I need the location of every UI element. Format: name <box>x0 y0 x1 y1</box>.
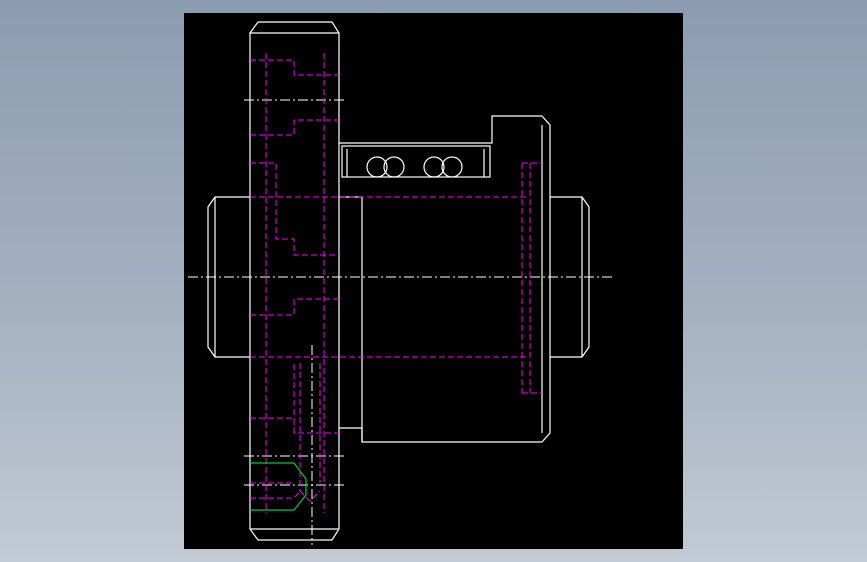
upper-bolt-hole <box>250 59 339 136</box>
main-body <box>339 115 551 443</box>
center-lines <box>188 99 612 545</box>
ball-raceway <box>341 145 491 178</box>
ball-3 <box>423 156 445 178</box>
grease-fitting <box>250 462 307 511</box>
cad-viewport[interactable] <box>184 13 683 549</box>
ball-4 <box>441 156 463 178</box>
grease-fitting-outline <box>250 462 307 511</box>
hidden-lines <box>250 53 542 513</box>
mid-lower-step <box>250 298 339 316</box>
lower-bolt-hole <box>250 363 339 434</box>
lower-screw-hole <box>299 363 321 502</box>
mid-upper-step <box>250 162 339 256</box>
cad-drawing <box>188 21 612 545</box>
